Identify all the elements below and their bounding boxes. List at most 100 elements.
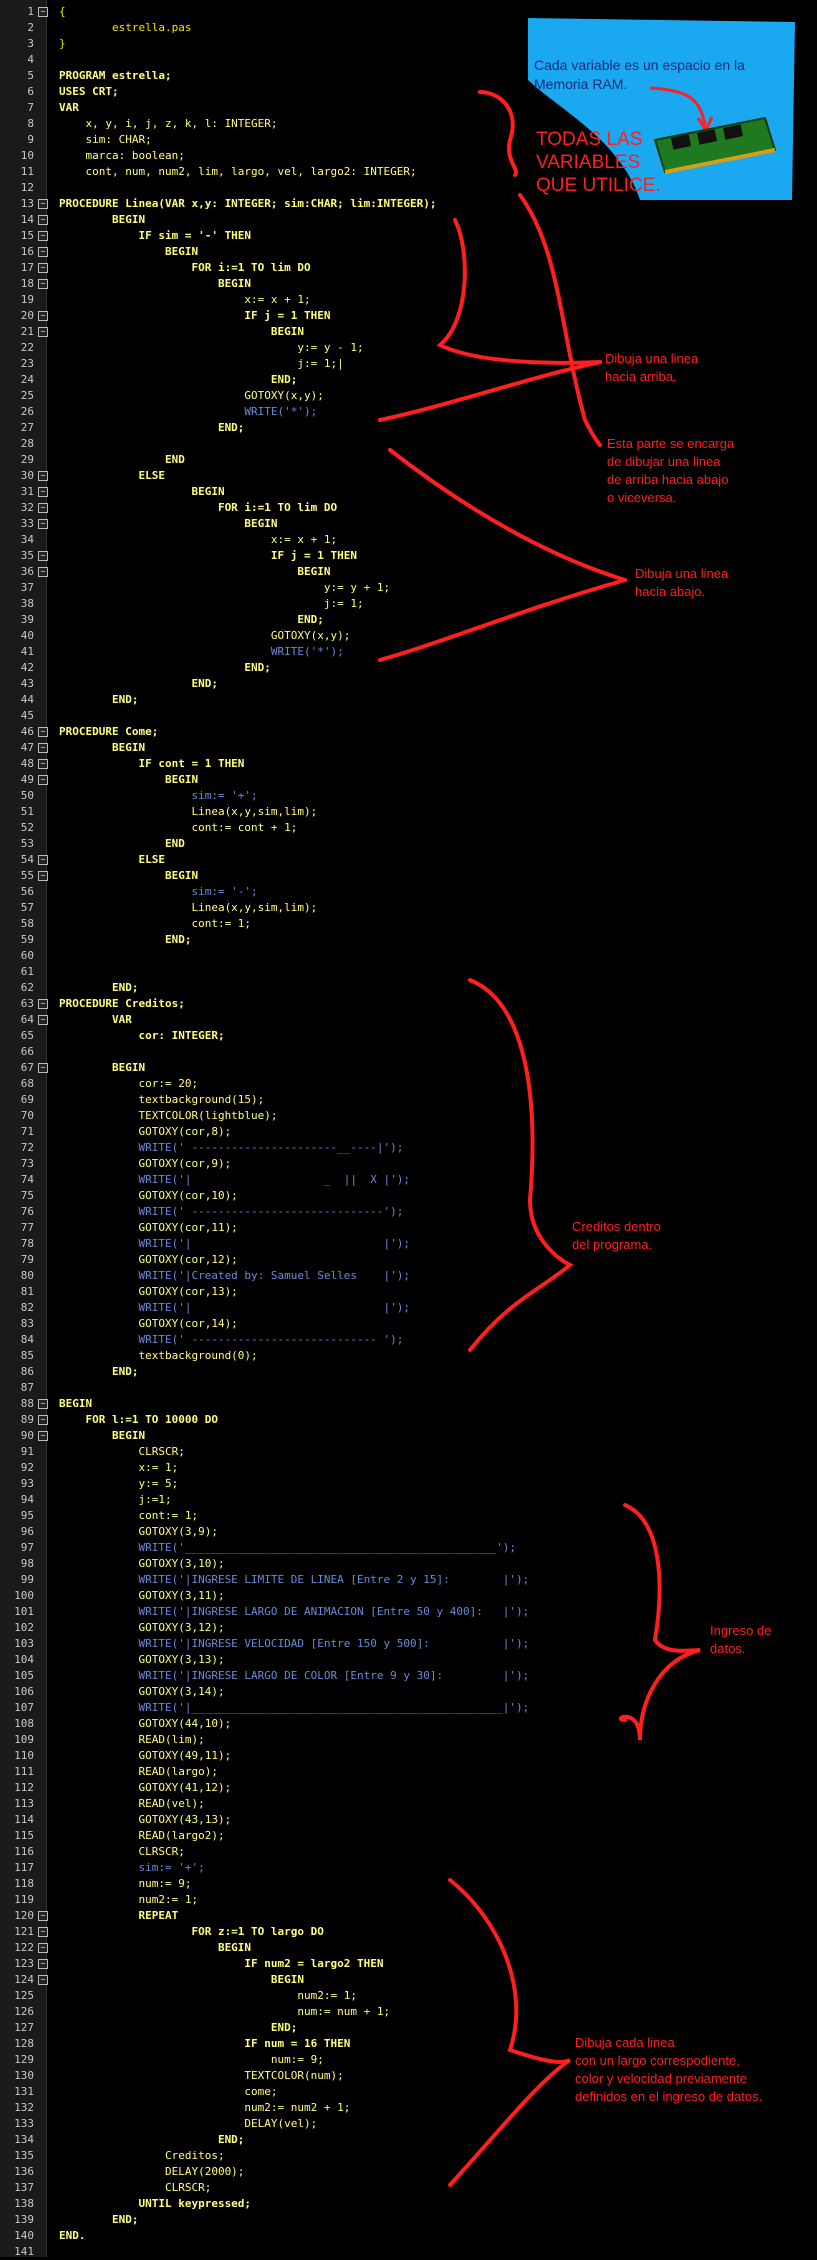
code-line[interactable]: GOTOXY(49,11);	[59, 1748, 231, 1764]
code-line[interactable]: marca: boolean;	[59, 148, 184, 164]
fold-toggle-icon[interactable]: −	[38, 1943, 48, 1953]
code-line[interactable]: END;	[59, 676, 218, 692]
code-line[interactable]: TEXTCOLOR(lightblue);	[59, 1108, 277, 1124]
code-line[interactable]: WRITE(' -----------------------------');	[59, 1204, 403, 1220]
code-line[interactable]: WRITE('|INGRESE LARGO DE COLOR [Entre 9 …	[59, 1668, 529, 1684]
code-line[interactable]: END.	[59, 2228, 86, 2244]
code-line[interactable]: DELAY(vel);	[59, 2116, 317, 2132]
code-line[interactable]: REPEAT	[59, 1908, 178, 1924]
code-line[interactable]: cor: INTEGER;	[59, 1028, 224, 1044]
code-line[interactable]: END	[59, 836, 185, 852]
code-line[interactable]: UNTIL keypressed;	[59, 2196, 251, 2212]
code-line[interactable]: END;	[59, 1364, 139, 1380]
code-line[interactable]: num2:= num2 + 1;	[59, 2100, 350, 2116]
fold-toggle-icon[interactable]: −	[38, 775, 48, 785]
code-line[interactable]: cor:= 20;	[59, 1076, 198, 1092]
fold-toggle-icon[interactable]: −	[38, 327, 48, 337]
code-line[interactable]: x:= x + 1;	[59, 532, 337, 548]
code-line[interactable]: WRITE('| _ || X |');	[59, 1172, 410, 1188]
fold-toggle-icon[interactable]: −	[38, 1015, 48, 1025]
fold-toggle-icon[interactable]: −	[38, 551, 48, 561]
code-line[interactable]: WRITE('|INGRESE LIMITE DE LINEA [Entre 2…	[59, 1572, 529, 1588]
code-line[interactable]: WRITE(' ----------------------__----|');	[59, 1140, 403, 1156]
code-line[interactable]: TEXTCOLOR(num);	[59, 2068, 343, 2084]
code-line[interactable]: GOTOXY(3,14);	[59, 1684, 224, 1700]
code-line[interactable]: PROCEDURE Linea(VAR x,y: INTEGER; sim:CH…	[59, 196, 437, 212]
code-line[interactable]: textbackground(15);	[59, 1092, 264, 1108]
code-line[interactable]: VAR	[59, 1012, 132, 1028]
fold-toggle-icon[interactable]: −	[38, 567, 48, 577]
code-line[interactable]: GOTOXY(cor,11);	[59, 1220, 237, 1236]
fold-toggle-icon[interactable]: −	[38, 311, 48, 321]
code-line[interactable]: y:= 5;	[59, 1476, 178, 1492]
fold-toggle-icon[interactable]: −	[38, 1959, 48, 1969]
code-line[interactable]: cont:= cont + 1;	[59, 820, 297, 836]
code-line[interactable]: FOR l:=1 TO 10000 DO	[59, 1412, 217, 1428]
code-line[interactable]: IF cont = 1 THEN	[59, 756, 244, 772]
code-line[interactable]: }	[59, 36, 66, 52]
code-line[interactable]: sim: CHAR;	[59, 132, 151, 148]
code-line[interactable]: DELAY(2000);	[59, 2164, 244, 2180]
fold-toggle-icon[interactable]: −	[38, 759, 48, 769]
code-line[interactable]: END;	[59, 660, 271, 676]
fold-toggle-icon[interactable]: −	[38, 871, 48, 881]
code-line[interactable]: END;	[59, 2212, 139, 2228]
code-line[interactable]: x:= x + 1;	[59, 292, 310, 308]
code-line[interactable]: IF j = 1 THEN	[59, 308, 330, 324]
code-line[interactable]: PROGRAM estrella;	[59, 68, 172, 84]
code-line[interactable]: READ(largo);	[59, 1764, 217, 1780]
code-line[interactable]: BEGIN	[59, 212, 145, 228]
code-line[interactable]: cont, num, num2, lim, largo, vel, largo2…	[59, 164, 416, 180]
code-line[interactable]: GOTOXY(cor,9);	[59, 1156, 231, 1172]
code-line[interactable]: num:= 9;	[59, 2052, 324, 2068]
code-line[interactable]: cont:= 1;	[59, 916, 251, 932]
code-line[interactable]: USES CRT;	[59, 84, 119, 100]
code-line[interactable]: estrella.pas	[59, 20, 191, 36]
fold-toggle-icon[interactable]: −	[38, 1431, 48, 1441]
code-line[interactable]: PROCEDURE Creditos;	[59, 996, 185, 1012]
code-line[interactable]: GOTOXY(41,12);	[59, 1780, 231, 1796]
fold-toggle-icon[interactable]: −	[38, 519, 48, 529]
code-line[interactable]: WRITE(' ---------------------------- ');	[59, 1332, 403, 1348]
code-line[interactable]: BEGIN	[59, 868, 198, 884]
code-line[interactable]: {	[59, 4, 66, 20]
code-line[interactable]: ELSE	[59, 852, 165, 868]
code-line[interactable]: IF num2 = largo2 THEN	[59, 1956, 383, 1972]
code-line[interactable]: Creditos;	[59, 2148, 225, 2164]
fold-toggle-icon[interactable]: −	[38, 1975, 48, 1985]
fold-toggle-icon[interactable]: −	[38, 1911, 48, 1921]
fold-toggle-icon[interactable]: −	[38, 743, 48, 753]
code-line[interactable]: WRITE('|INGRESE LARGO DE ANIMACION [Entr…	[59, 1604, 529, 1620]
code-line[interactable]: END;	[59, 612, 324, 628]
code-line[interactable]: cont:= 1;	[59, 1508, 198, 1524]
code-line[interactable]: BEGIN	[59, 324, 304, 340]
code-line[interactable]: WRITE('|Created by: Samuel Selles |');	[59, 1268, 410, 1284]
code-line[interactable]: GOTOXY(3,9);	[59, 1524, 217, 1540]
code-line[interactable]: IF j = 1 THEN	[59, 548, 357, 564]
code-line[interactable]: GOTOXY(43,13);	[59, 1812, 231, 1828]
code-line[interactable]: WRITE('_________________________________…	[59, 1540, 516, 1556]
code-line[interactable]: num2:= 1;	[59, 1988, 357, 2004]
code-line[interactable]: WRITE('|INGRESE VELOCIDAD [Entre 150 y 5…	[59, 1636, 529, 1652]
code-line[interactable]: GOTOXY(3,12);	[59, 1620, 224, 1636]
fold-toggle-icon[interactable]: −	[38, 855, 48, 865]
code-line[interactable]: BEGIN	[59, 484, 224, 500]
code-line[interactable]: num:= 9;	[59, 1876, 191, 1892]
code-line[interactable]: READ(vel);	[59, 1796, 204, 1812]
code-line[interactable]: END;	[59, 2132, 245, 2148]
code-line[interactable]: CLRSCR;	[59, 2180, 211, 2196]
code-line[interactable]: CLRSCR;	[59, 1444, 184, 1460]
code-line[interactable]: y:= y + 1;	[59, 580, 390, 596]
code-editor[interactable]: 1−2 3 4 5 6 7 8 9 10 11 12 13−14−15−16−17−18−19 20−2…	[0, 0, 817, 2258]
fold-toggle-icon[interactable]: −	[38, 503, 48, 513]
code-line[interactable]: GOTOXY(cor,13);	[59, 1284, 237, 1300]
code-line[interactable]: WRITE('*');	[59, 644, 344, 660]
code-line[interactable]: GOTOXY(cor,10);	[59, 1188, 237, 1204]
code-line[interactable]: WRITE('*');	[59, 404, 317, 420]
code-line[interactable]: x, y, i, j, z, k, l: INTEGER;	[59, 116, 277, 132]
code-line[interactable]: Linea(x,y,sim,lim);	[59, 900, 317, 916]
code-line[interactable]: BEGIN	[59, 244, 198, 260]
code-line[interactable]: BEGIN	[59, 740, 145, 756]
fold-toggle-icon[interactable]: −	[38, 1927, 48, 1937]
fold-toggle-icon[interactable]: −	[38, 1399, 48, 1409]
